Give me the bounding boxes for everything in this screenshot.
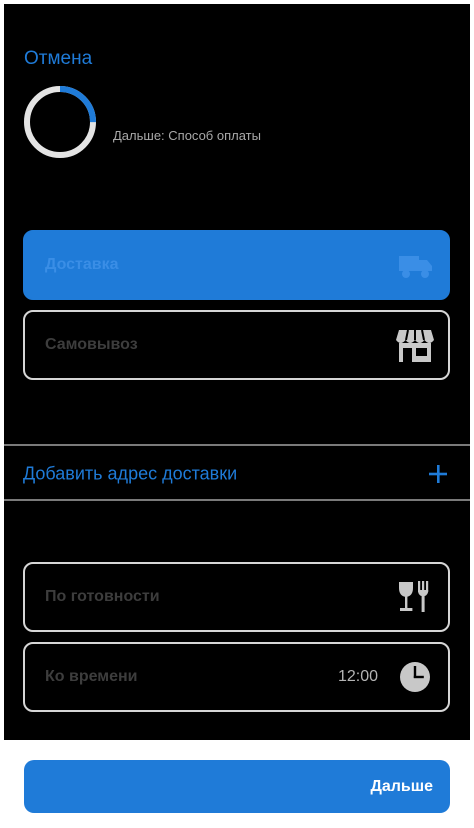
store-icon [396, 329, 434, 362]
option-delivery[interactable]: Доставка [23, 230, 450, 300]
wine-fork-icon [399, 581, 429, 612]
option-asap-label: По готовности [45, 588, 160, 605]
add-address-label: Добавить адрес доставки [23, 463, 238, 484]
scheduled-time-value: 12:00 [337, 668, 378, 685]
next-button[interactable]: Дальше [24, 760, 450, 813]
checkout-screen: Отмена Дальше: Способ оплаты Доставка Са… [4, 4, 470, 740]
option-asap[interactable]: По готовности [23, 562, 450, 632]
truck-icon [399, 256, 432, 278]
divider-bottom [4, 499, 470, 501]
option-scheduled-label: Ко времени [45, 668, 138, 685]
next-button-label: Дальше [370, 777, 433, 795]
clock-icon [400, 662, 430, 692]
plus-icon[interactable] [428, 464, 448, 484]
next-step-label: Дальше: Способ оплаты [113, 128, 261, 143]
add-address-row[interactable]: Добавить адрес доставки [4, 448, 470, 500]
option-delivery-label: Доставка [45, 256, 119, 273]
option-pickup-label: Самовывоз [45, 336, 138, 353]
option-scheduled[interactable]: Ко времени 12:00 [23, 642, 450, 712]
cancel-button[interactable]: Отмена [24, 48, 92, 70]
divider-top [4, 444, 470, 446]
option-pickup[interactable]: Самовывоз [23, 310, 450, 380]
progress-ring [24, 86, 96, 158]
